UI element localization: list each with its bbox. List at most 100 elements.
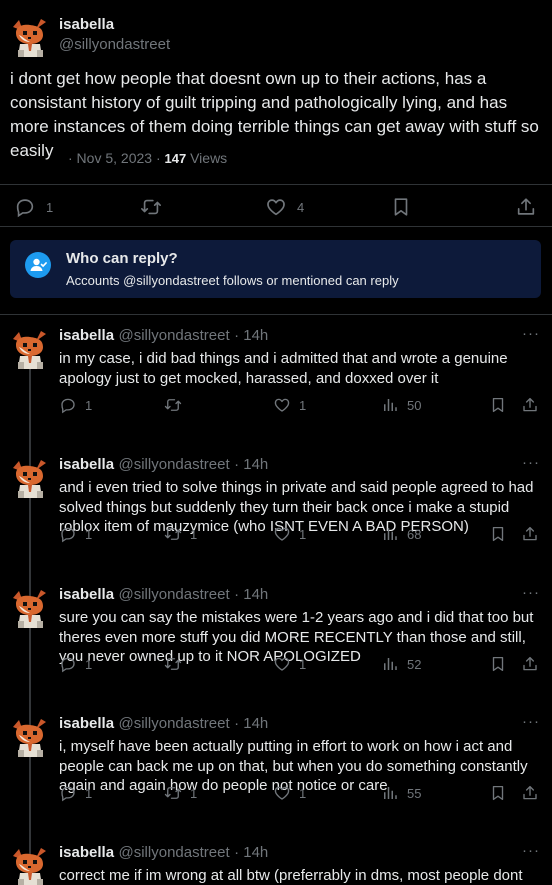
timestamp[interactable]: · 14h <box>234 456 268 473</box>
retweet-icon <box>164 396 182 414</box>
reply-button[interactable]: 1 <box>59 784 92 802</box>
bookmark-icon <box>489 655 507 673</box>
avatar[interactable] <box>10 588 50 628</box>
views-button[interactable]: 52 <box>381 655 421 673</box>
handle[interactable]: @sillyondastreet <box>119 327 230 344</box>
display-name[interactable]: isabella <box>59 16 114 33</box>
share-icon <box>515 196 537 218</box>
reply-count: 1 <box>85 526 93 542</box>
avatar[interactable] <box>10 458 50 498</box>
bookmark-button[interactable] <box>489 655 507 673</box>
timestamp[interactable]: · 14h <box>234 715 268 732</box>
display-name[interactable]: isabella <box>59 586 114 603</box>
like-count: 1 <box>299 397 307 413</box>
bookmark-icon <box>489 396 507 414</box>
retweet-button[interactable]: 1 <box>164 525 197 543</box>
avatar[interactable] <box>10 17 50 57</box>
reply-button[interactable]: 1 <box>59 655 92 673</box>
retweet-count: 1 <box>190 526 198 542</box>
retweet-button[interactable] <box>140 196 162 218</box>
like-button[interactable]: 4 <box>265 196 304 218</box>
bookmark-icon <box>390 196 412 218</box>
share-button[interactable] <box>521 655 539 673</box>
share-icon <box>521 396 539 414</box>
views-button[interactable]: 50 <box>381 396 421 414</box>
avatar[interactable] <box>10 329 50 369</box>
retweet-button[interactable] <box>164 396 182 414</box>
avatar[interactable] <box>10 846 50 885</box>
timestamp[interactable]: · 14h <box>234 327 268 344</box>
views-count: 147 <box>164 151 187 166</box>
reply-count: 1 <box>85 656 93 672</box>
display-name[interactable]: isabella <box>59 327 114 344</box>
avatar[interactable] <box>10 717 50 757</box>
views: 68 <box>407 526 422 542</box>
heart-icon <box>273 396 291 414</box>
reply-count: 1 <box>46 199 54 215</box>
banner-description: Accounts @sillyondastreet follows or men… <box>66 273 399 288</box>
bookmark-button[interactable] <box>489 396 507 414</box>
reply-restriction-banner: Who can reply? Accounts @sillyondastreet… <box>10 240 541 298</box>
reply-button[interactable]: 1 <box>59 525 92 543</box>
more-icon[interactable]: ··· <box>522 842 540 859</box>
share-button[interactable] <box>515 196 537 218</box>
like-count: 1 <box>299 785 307 801</box>
like-button[interactable]: 1 <box>273 525 306 543</box>
display-name[interactable]: isabella <box>59 844 114 861</box>
handle[interactable]: @sillyondastreet <box>59 36 170 53</box>
divider <box>0 226 552 227</box>
views-button[interactable]: 68 <box>381 525 421 543</box>
timestamp[interactable]: · 14h <box>234 844 268 861</box>
reply-count: 1 <box>85 397 93 413</box>
more-icon[interactable]: ··· <box>522 454 540 471</box>
bookmark-button[interactable] <box>390 196 412 218</box>
retweet-button[interactable]: 1 <box>164 784 197 802</box>
reply-button[interactable]: 1 <box>14 196 53 218</box>
divider <box>0 184 552 185</box>
retweet-button[interactable] <box>164 655 182 673</box>
user-check-icon <box>25 252 51 278</box>
reply-icon <box>59 784 77 802</box>
share-icon <box>521 784 539 802</box>
reply-icon <box>59 396 77 414</box>
more-icon[interactable]: ··· <box>522 325 540 342</box>
reply-button[interactable]: 1 <box>59 396 92 414</box>
handle[interactable]: @sillyondastreet <box>119 586 230 603</box>
share-button[interactable] <box>521 396 539 414</box>
banner-title: Who can reply? <box>66 250 178 267</box>
views: 52 <box>407 656 422 672</box>
like-count: 1 <box>299 526 307 542</box>
bookmark-button[interactable] <box>489 525 507 543</box>
like-button[interactable]: 1 <box>273 396 306 414</box>
reply-header: isabella @sillyondastreet · 14h <box>59 586 268 604</box>
heart-icon <box>273 525 291 543</box>
timestamp[interactable]: · 14h <box>234 586 268 603</box>
handle[interactable]: @sillyondastreet <box>119 456 230 473</box>
views-button[interactable]: 55 <box>381 784 421 802</box>
retweet-icon <box>164 655 182 673</box>
handle[interactable]: @sillyondastreet <box>119 715 230 732</box>
display-name[interactable]: isabella <box>59 715 114 732</box>
reply-header: isabella @sillyondastreet · 14h <box>59 844 268 862</box>
share-button[interactable] <box>521 525 539 543</box>
views-icon <box>381 784 399 802</box>
more-icon[interactable]: ··· <box>522 584 540 601</box>
retweet-icon <box>164 525 182 543</box>
reply-icon <box>59 655 77 673</box>
handle[interactable]: @sillyondastreet <box>119 844 230 861</box>
views-icon <box>381 655 399 673</box>
like-button[interactable]: 1 <box>273 784 306 802</box>
like-count: 4 <box>297 199 305 215</box>
more-icon[interactable]: ··· <box>522 713 540 730</box>
display-name[interactable]: isabella <box>59 456 114 473</box>
bookmark-button[interactable] <box>489 784 507 802</box>
tweet-date[interactable]: · Nov 5, 2023 · <box>68 150 161 166</box>
views-icon <box>381 396 399 414</box>
reply-text: in my case, i did bad things and i admit… <box>59 350 508 387</box>
share-button[interactable] <box>521 784 539 802</box>
reply-header: isabella @sillyondastreet · 14h <box>59 327 268 345</box>
views: 55 <box>407 785 422 801</box>
like-button[interactable]: 1 <box>273 655 306 673</box>
retweet-icon <box>164 784 182 802</box>
reply-icon <box>59 525 77 543</box>
